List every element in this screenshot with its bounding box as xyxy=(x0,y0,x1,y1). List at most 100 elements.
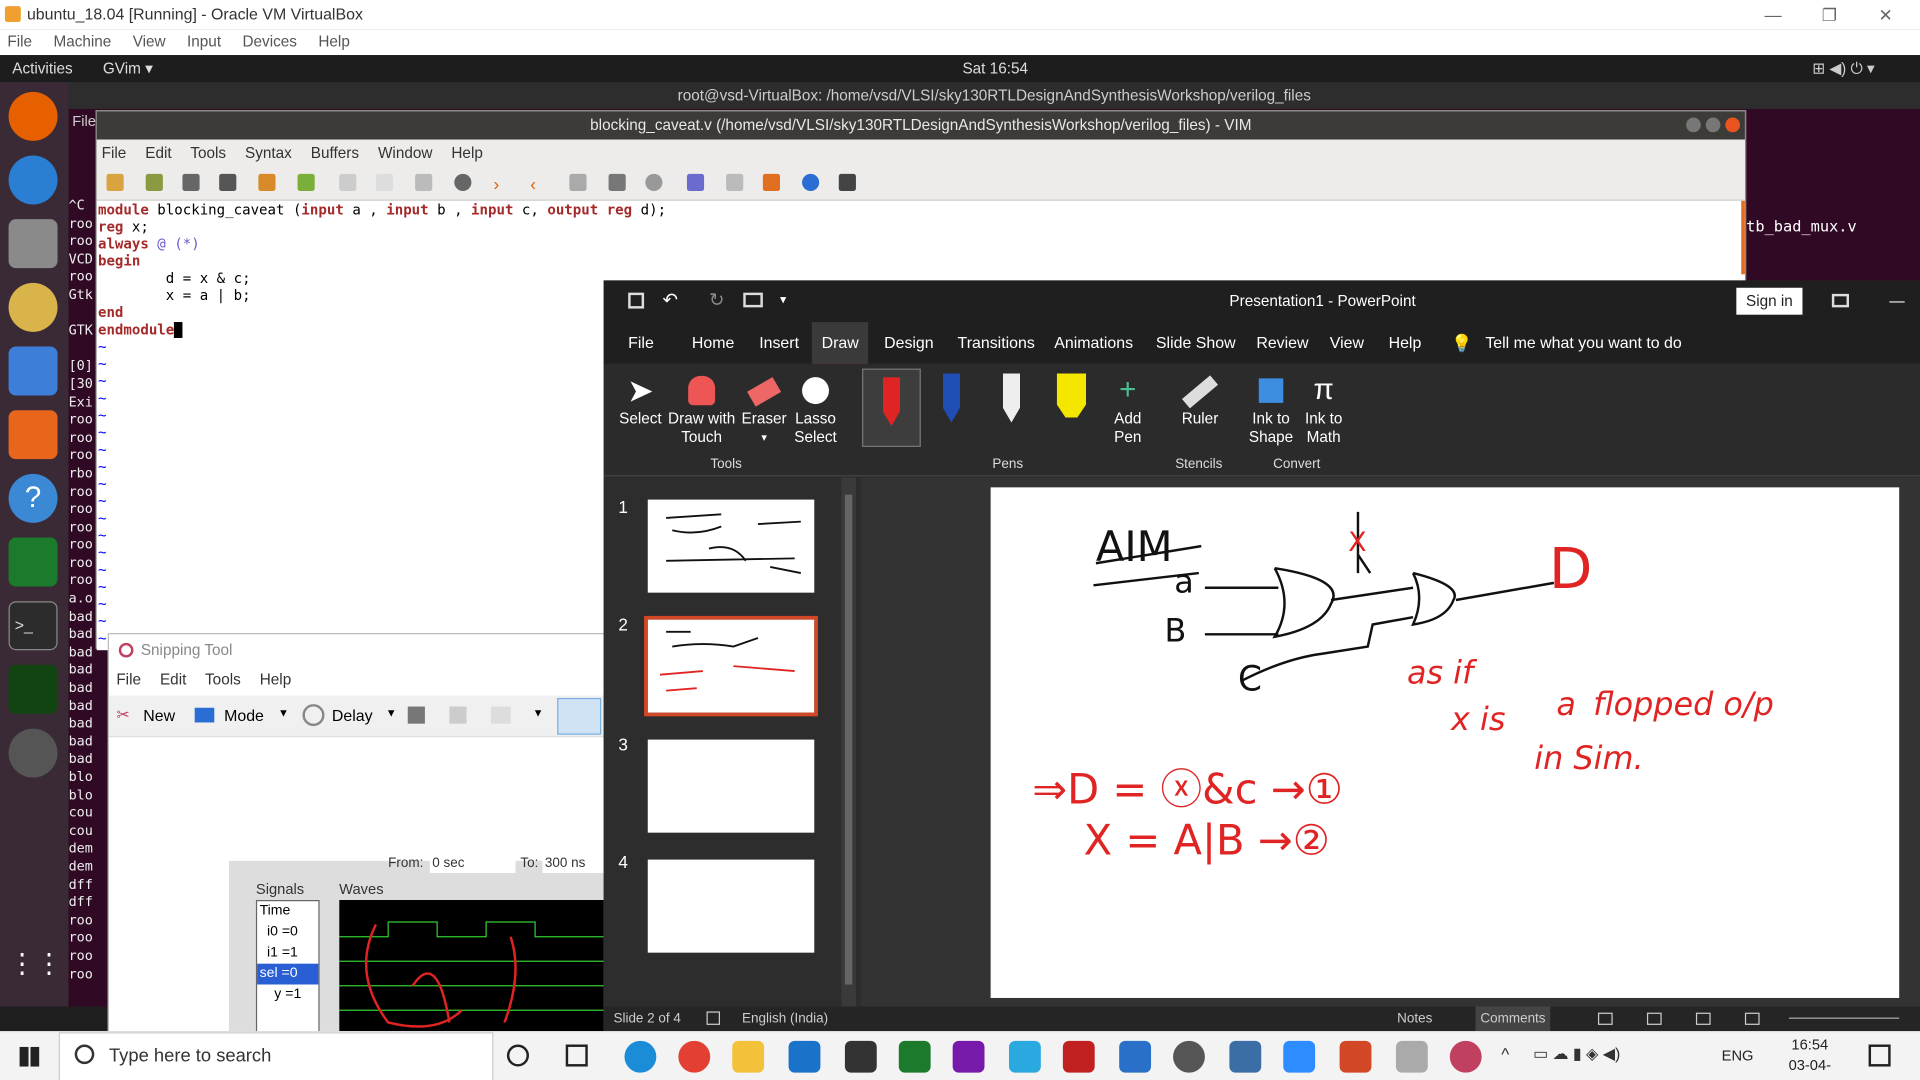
edge-icon[interactable] xyxy=(624,1040,657,1073)
gvim-menu-buffers[interactable]: Buffers xyxy=(311,144,359,161)
pen-red[interactable] xyxy=(862,368,921,447)
files-icon[interactable] xyxy=(8,219,58,269)
firefox-icon[interactable] xyxy=(8,91,58,141)
tab-insert[interactable]: Insert xyxy=(759,322,799,364)
pen-blue[interactable] xyxy=(929,373,973,427)
save-snip-icon[interactable] xyxy=(407,706,425,724)
sorter-view-icon[interactable] xyxy=(1646,1012,1662,1025)
tab-slide-show[interactable]: Slide Show xyxy=(1156,322,1236,364)
shell-icon[interactable] xyxy=(726,173,744,192)
gvim-menu-edit[interactable]: Edit xyxy=(145,144,171,161)
find-prev-icon[interactable]: ‹ xyxy=(530,174,547,194)
eraser-dropdown-icon[interactable]: ▾ xyxy=(740,429,789,447)
print-icon[interactable] xyxy=(219,173,237,192)
find-next-icon[interactable]: › xyxy=(493,174,510,194)
signal-i0[interactable]: i0 =0 xyxy=(257,922,318,943)
help-icon[interactable] xyxy=(802,173,820,192)
zoom-icon[interactable] xyxy=(1283,1040,1316,1073)
menu-devices[interactable]: Devices xyxy=(242,33,296,50)
menu-input[interactable]: Input xyxy=(187,33,221,50)
gvim-menu-syntax[interactable]: Syntax xyxy=(245,144,292,161)
gvim-menu-help[interactable]: Help xyxy=(451,144,482,161)
highlighter-yellow[interactable] xyxy=(1049,373,1093,422)
snip-menu-file[interactable]: File xyxy=(116,671,141,688)
tell-me-search[interactable]: Tell me what you want to do xyxy=(1485,322,1681,364)
customize-qat-icon[interactable]: ▾ xyxy=(780,280,786,322)
ubuntu-clock[interactable]: Sat 16:54 xyxy=(962,55,1028,82)
tray-icons[interactable]: ▭ ☁ ▮ ◈ ◀) xyxy=(1533,1044,1620,1064)
send-snip-icon[interactable] xyxy=(491,706,511,724)
copy-icon[interactable] xyxy=(375,173,394,192)
cortana-icon[interactable] xyxy=(506,1044,529,1067)
gvim-taskbar-icon[interactable] xyxy=(898,1040,931,1073)
gvim-maximize-icon[interactable] xyxy=(1705,117,1721,133)
copy-snip-icon[interactable] xyxy=(449,706,467,724)
find-help-icon[interactable] xyxy=(838,173,856,192)
open-icon[interactable] xyxy=(106,173,124,192)
windows-start-icon[interactable] xyxy=(19,1046,40,1067)
language-indicator[interactable]: ENG xyxy=(1722,1047,1754,1064)
save-icon[interactable] xyxy=(628,292,645,309)
mode-dropdown-icon[interactable]: ▼ xyxy=(278,707,289,719)
restore-icon[interactable]: ❐ xyxy=(1801,0,1857,29)
settings-icon[interactable] xyxy=(1173,1040,1205,1073)
present-icon[interactable] xyxy=(743,292,763,308)
spellcheck-icon[interactable] xyxy=(706,1011,721,1025)
gvim-menu-window[interactable]: Window xyxy=(378,144,432,161)
load-session-icon[interactable] xyxy=(569,173,587,192)
menu-machine[interactable]: Machine xyxy=(53,33,111,50)
photos-icon[interactable] xyxy=(1119,1040,1152,1073)
select-tool[interactable]: ➤ Select xyxy=(616,371,665,429)
ruler-button[interactable]: Ruler xyxy=(1173,371,1227,429)
make-icon[interactable] xyxy=(686,173,705,192)
menu-file[interactable]: File xyxy=(7,33,32,50)
paste-icon[interactable] xyxy=(415,173,433,192)
gvim-menu-tools[interactable]: Tools xyxy=(190,144,226,161)
delay-dropdown-icon[interactable]: ▼ xyxy=(386,707,397,719)
system-tray-icons[interactable]: ⊞ ◀) ⏻ ▾ xyxy=(1812,55,1874,82)
pp-minimize-icon[interactable]: — xyxy=(1889,280,1904,322)
redo-icon[interactable]: ↻ xyxy=(709,280,724,322)
thunderbird-icon[interactable] xyxy=(8,155,58,205)
pen-black[interactable] xyxy=(989,373,1033,427)
paint-icon[interactable] xyxy=(1395,1040,1428,1073)
rhythmbox-icon[interactable] xyxy=(8,282,58,332)
slide-thumb-3[interactable] xyxy=(647,739,815,833)
snip-canvas[interactable]: From: 0 sec To: 300 ns Signals Waves Tim… xyxy=(108,738,604,1033)
normal-view-icon[interactable] xyxy=(1597,1012,1613,1025)
file-explorer-icon[interactable] xyxy=(732,1040,765,1073)
search-box[interactable]: Type here to search xyxy=(58,1032,494,1080)
terminal-icon[interactable]: >_ xyxy=(8,601,58,651)
ctags-icon[interactable] xyxy=(762,173,781,192)
store-icon[interactable] xyxy=(844,1040,877,1073)
mode-button[interactable]: Mode xyxy=(224,707,264,725)
delay-button[interactable]: Delay xyxy=(332,707,373,725)
tab-file[interactable]: File xyxy=(628,322,654,364)
new-button[interactable]: New xyxy=(143,707,175,725)
snip-menu-edit[interactable]: Edit xyxy=(160,671,186,688)
gtkwave-icon[interactable] xyxy=(8,664,58,714)
slideshow-view-icon[interactable] xyxy=(1744,1012,1760,1025)
find-replace-icon[interactable] xyxy=(454,173,472,192)
software-center-icon[interactable] xyxy=(8,410,58,460)
gvim-close-icon[interactable] xyxy=(1725,117,1741,133)
add-pen-button[interactable]: + Add Pen xyxy=(1103,371,1152,447)
mail-icon[interactable] xyxy=(788,1040,821,1073)
help-icon[interactable]: ? xyxy=(8,473,58,523)
draw-with-touch-tool[interactable]: Draw with Touch xyxy=(665,371,738,447)
tab-draw[interactable]: Draw xyxy=(811,322,869,367)
signal-y[interactable]: y =1 xyxy=(257,984,318,1005)
snip-menu-tools[interactable]: Tools xyxy=(205,671,241,688)
sign-in-button[interactable]: Sign in xyxy=(1736,287,1803,315)
tab-animations[interactable]: Animations xyxy=(1054,322,1133,364)
snipping-taskbar-icon[interactable] xyxy=(1449,1040,1482,1073)
signal-sel[interactable]: sel =0 xyxy=(257,963,319,985)
tab-view[interactable]: View xyxy=(1330,322,1364,364)
powerpoint-taskbar-icon[interactable] xyxy=(1339,1040,1372,1073)
vim-icon[interactable] xyxy=(8,537,58,587)
show-apps-icon[interactable]: ⋮⋮ xyxy=(9,939,63,988)
slide-thumb-2-selected[interactable] xyxy=(644,615,818,717)
send-dropdown-icon[interactable]: ▼ xyxy=(533,707,544,719)
menu-view[interactable]: View xyxy=(133,33,166,50)
powerpoint-window[interactable]: ↶ ↻ ▾ Presentation1 - PowerPoint Sign in… xyxy=(603,280,1920,1032)
